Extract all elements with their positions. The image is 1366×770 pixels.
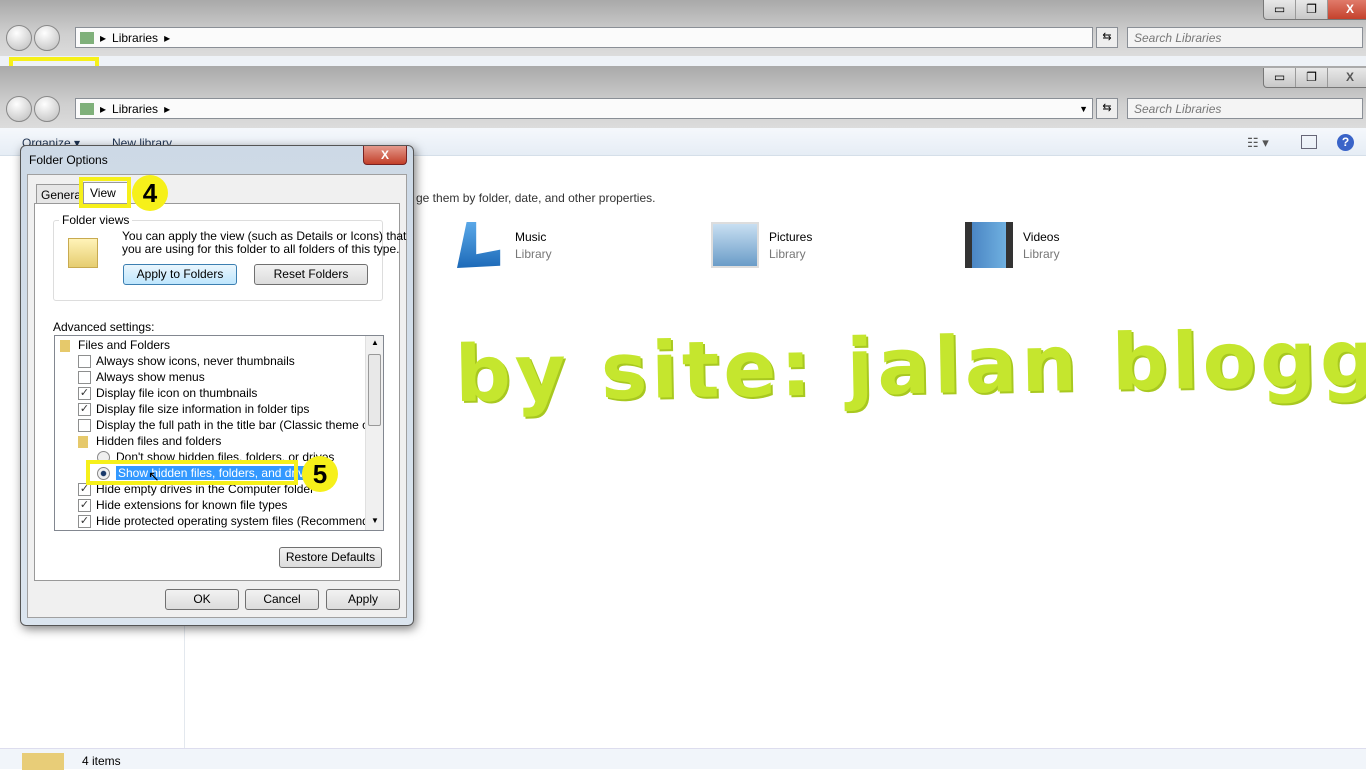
reset-folders-button[interactable]: Reset Folders xyxy=(254,264,368,285)
tab-panel: Folder views You can apply the view (suc… xyxy=(34,203,406,581)
folder-options-dialog: Folder Options X General View S Folder v… xyxy=(20,145,414,626)
preview-pane-icon[interactable] xyxy=(1301,135,1317,149)
folder-icon xyxy=(78,435,88,448)
tab-general[interactable]: General xyxy=(36,184,84,203)
checkbox[interactable]: ✓ xyxy=(78,499,91,513)
folder-views-icon xyxy=(68,238,98,268)
library-videos[interactable]: Videos Library xyxy=(965,222,1060,268)
setting-check[interactable]: ✓ Hide extensions for known file types xyxy=(78,497,287,513)
breadcrumb-arrow-icon: ▸ xyxy=(164,101,171,116)
setting-check[interactable]: ✓ Hide protected operating system files (… xyxy=(78,513,384,529)
minimize-button[interactable]: ▭ xyxy=(1264,68,1296,87)
restore-defaults-button[interactable]: Restore Defaults xyxy=(279,547,382,568)
address-bar[interactable]: ▸ Libraries ▸ xyxy=(75,27,1093,48)
help-icon[interactable]: ? xyxy=(1337,134,1354,151)
settings-tree: Files and Folders Always show icons, neve… xyxy=(60,337,383,530)
view-options-icon[interactable]: ☷ ▾ xyxy=(1247,135,1269,151)
checkbox[interactable]: ✓ xyxy=(78,387,91,401)
breadcrumb[interactable]: Libraries xyxy=(112,102,158,116)
search-input[interactable]: Search Libraries xyxy=(1127,98,1363,119)
forward-button[interactable] xyxy=(34,25,60,51)
status-folder-icon xyxy=(22,753,64,770)
scroll-down-icon[interactable]: ▼ xyxy=(371,516,379,525)
setting-label: Hidden files and folders xyxy=(96,434,222,448)
folder-views-text: You can apply the view (such as Details … xyxy=(122,229,407,243)
step5-badge: 5 xyxy=(302,456,338,492)
checkbox[interactable] xyxy=(78,371,91,385)
breadcrumb-arrow-icon: ▸ xyxy=(164,30,171,45)
checkbox[interactable] xyxy=(78,419,91,433)
setting-label: Files and Folders xyxy=(78,338,171,352)
setting-label: Hide extensions for known file types xyxy=(96,498,288,512)
setting-label: Display the full path in the title bar (… xyxy=(96,418,384,432)
scrollbar[interactable]: ▲ ▼ xyxy=(365,336,383,530)
videos-icon xyxy=(965,222,1013,268)
item-count: 4 items xyxy=(82,754,121,768)
breadcrumb-arrow-icon: ▸ xyxy=(100,30,107,45)
checkbox[interactable] xyxy=(78,355,91,369)
forward-button[interactable] xyxy=(34,96,60,122)
step4-badge: 4 xyxy=(132,175,168,211)
breadcrumb[interactable]: Libraries xyxy=(112,31,158,45)
window-controls: ▭ ❐ X xyxy=(1263,68,1366,88)
checkbox[interactable]: ✓ xyxy=(78,515,91,529)
address-bar[interactable]: ▸ Libraries ▸ ▼ xyxy=(75,98,1093,119)
pictures-icon xyxy=(711,222,759,268)
advanced-settings-label: Advanced settings: xyxy=(53,320,155,334)
refresh-icon[interactable]: ⇆ xyxy=(1096,27,1118,48)
dialog-title: Folder Options xyxy=(29,153,108,167)
step5-highlight xyxy=(86,460,298,485)
ok-button[interactable]: OK xyxy=(165,589,239,610)
apply-button[interactable]: Apply xyxy=(326,589,400,610)
setting-check[interactable]: Always show icons, never thumbnails xyxy=(78,353,295,369)
advanced-settings-list[interactable]: Files and Folders Always show icons, neve… xyxy=(54,335,384,531)
checkbox[interactable]: ✓ xyxy=(78,483,91,497)
close-button[interactable]: X xyxy=(1328,68,1366,87)
address-dropdown-icon[interactable]: ▼ xyxy=(1079,104,1088,114)
setting-label: Always show menus xyxy=(96,370,205,384)
setting-check[interactable]: ✓ Display file size information in folder… xyxy=(78,401,309,417)
back-button[interactable] xyxy=(6,96,32,122)
setting-folder: Files and Folders xyxy=(60,337,170,353)
maximize-button[interactable]: ❐ xyxy=(1296,68,1328,87)
setting-label: Display file icon on thumbnails xyxy=(96,386,258,400)
minimize-button[interactable]: ▭ xyxy=(1264,0,1296,19)
refresh-icon[interactable]: ⇆ xyxy=(1096,98,1118,119)
mouse-cursor-icon: ↖ xyxy=(148,468,160,484)
back-toolbar xyxy=(0,56,1366,66)
search-input[interactable]: Search Libraries xyxy=(1127,27,1363,48)
folder-views-text: you are using for this folder to all fol… xyxy=(122,242,400,256)
setting-check[interactable]: Always show menus xyxy=(78,369,205,385)
library-description: ge them by folder, date, and other prope… xyxy=(416,191,656,205)
status-bar: 4 items xyxy=(0,748,1366,770)
folder-icon xyxy=(60,339,70,352)
setting-check[interactable]: ✓ Display file icon on thumbnails xyxy=(78,385,257,401)
folder-views-label: Folder views xyxy=(59,213,133,227)
cancel-button[interactable]: Cancel xyxy=(245,589,319,610)
close-button[interactable]: X xyxy=(1328,0,1366,19)
scroll-thumb[interactable] xyxy=(368,354,381,426)
maximize-button[interactable]: ❐ xyxy=(1296,0,1328,19)
back-button[interactable] xyxy=(6,25,32,51)
breadcrumb-arrow-icon: ▸ xyxy=(100,101,107,116)
step4-highlight xyxy=(79,177,131,208)
libraries-folder-icon xyxy=(80,31,94,44)
dialog-close-button[interactable]: X xyxy=(363,146,407,165)
checkbox[interactable]: ✓ xyxy=(78,403,91,417)
library-pictures[interactable]: Pictures Library xyxy=(711,222,812,268)
setting-folder2: Hidden files and folders xyxy=(78,433,221,449)
setting-label: Always show icons, never thumbnails xyxy=(96,354,295,368)
watermark: by site: jalan blogg xyxy=(454,313,1366,421)
window-controls: ▭ ❐ X xyxy=(1263,0,1366,20)
apply-to-folders-button[interactable]: Apply to Folders xyxy=(123,264,237,285)
libraries-folder-icon xyxy=(80,102,94,115)
scroll-up-icon[interactable]: ▲ xyxy=(371,338,379,347)
music-icon xyxy=(457,222,501,268)
setting-label: Display file size information in folder … xyxy=(96,402,310,416)
setting-check[interactable]: Display the full path in the title bar (… xyxy=(78,417,384,433)
setting-label: Hide protected operating system files (R… xyxy=(96,514,384,528)
library-music[interactable]: Music Library xyxy=(457,222,552,268)
